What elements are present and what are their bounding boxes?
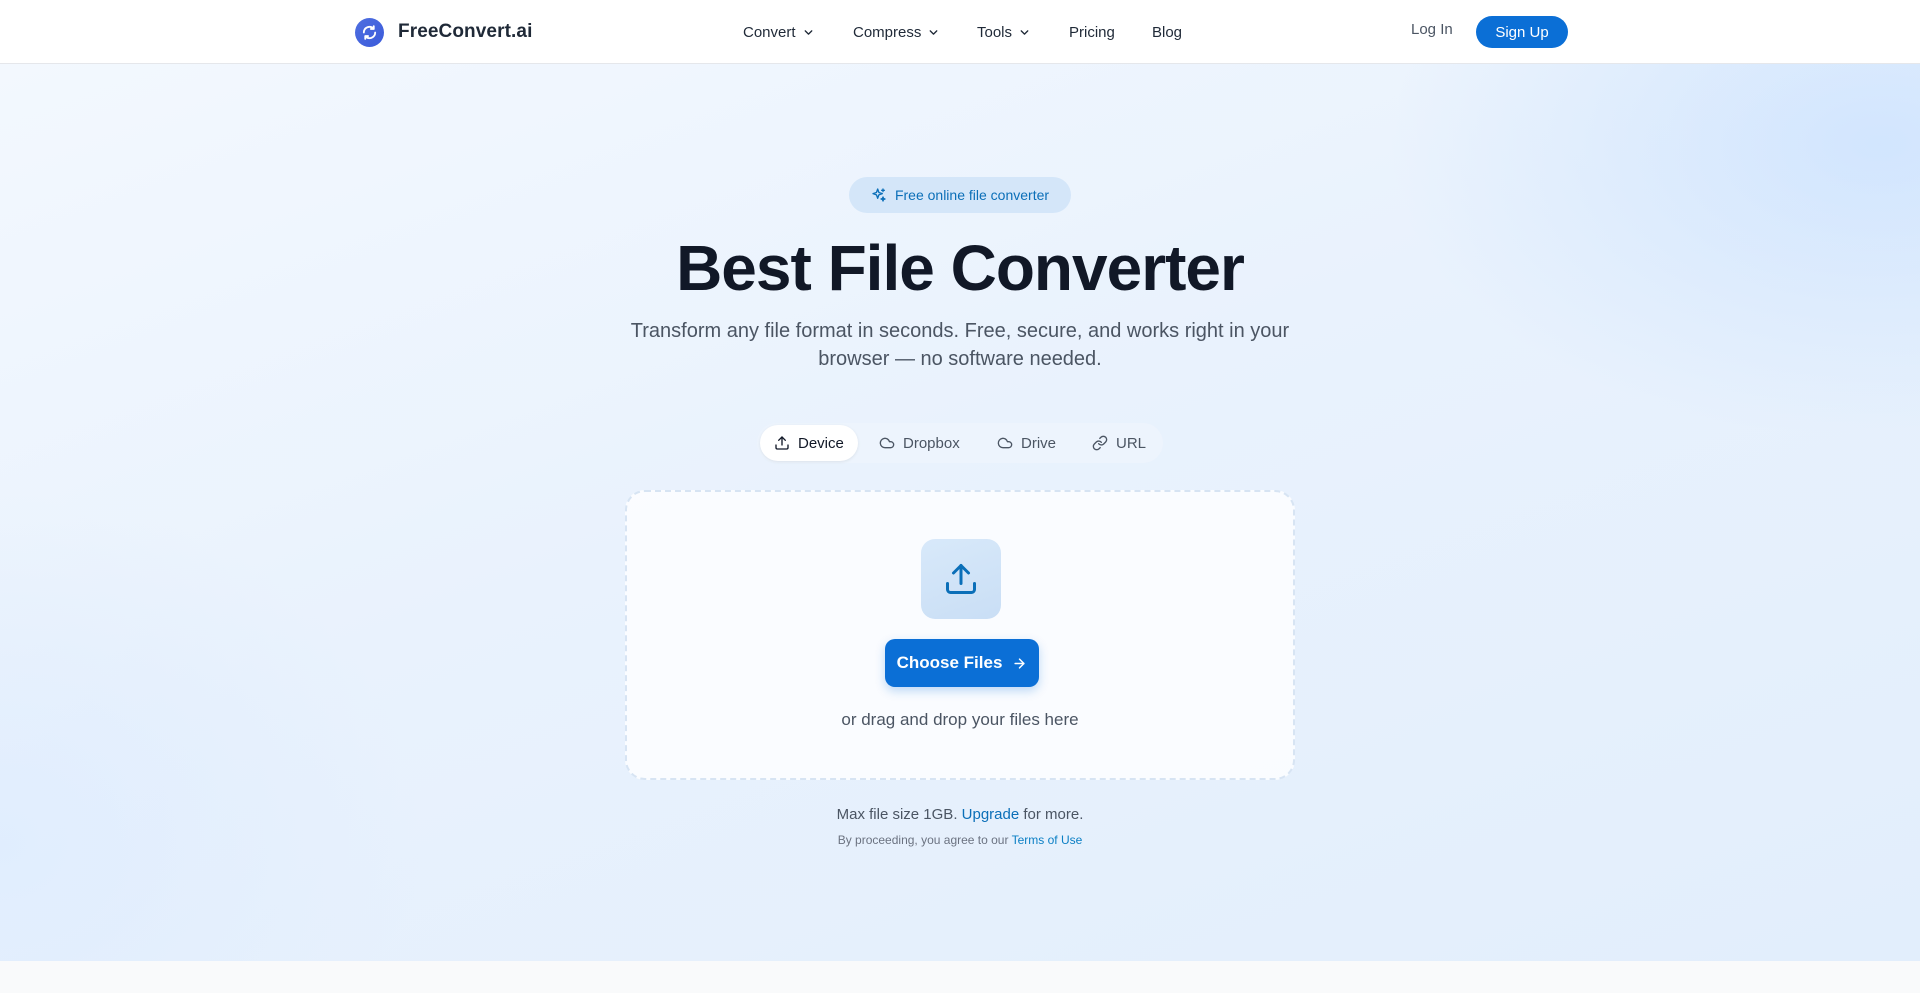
hero-badge-label: Free online file converter [894,187,1050,203]
chevron-down-icon [804,29,812,35]
signup-button[interactable]: Sign Up [1476,16,1568,48]
nav-convert[interactable]: Convert [743,20,815,44]
max-size-text: Max file size 1GB. [836,806,958,823]
tab-dropbox-label: Dropbox [903,434,960,452]
tab-device[interactable]: Device [760,425,858,461]
nav-tools[interactable]: Tools [977,20,1031,44]
file-dropzone[interactable]: Choose Files or drag and drop your files… [625,490,1295,780]
nav-compress[interactable]: Compress [853,20,940,44]
nav-blog-label: Blog [1152,23,1183,41]
nav-pricing-label: Pricing [1069,23,1115,41]
nav-convert-label: Convert [743,23,796,41]
top-navbar: FreeConvert.ai Convert Compress Tools Pr… [0,0,1920,64]
sparkles-icon [872,188,886,202]
page-title: Best File Converter [676,232,1245,304]
cloud-icon [879,437,895,449]
max-size-suffix: for more. [1023,806,1084,823]
tab-drive[interactable]: Drive [983,425,1070,461]
nav-compress-label: Compress [853,23,922,41]
main-nav: Convert Compress Tools Pricing Blog [0,20,1920,44]
choose-files-label: Choose Files [896,653,1003,672]
upgrade-link[interactable]: Upgrade [962,806,1020,823]
tab-drive-label: Drive [1021,434,1057,452]
terms-text: By proceeding, you agree to our [837,833,1009,847]
tab-dropbox[interactable]: Dropbox [865,425,974,461]
link-icon [1092,435,1108,451]
drag-drop-hint: or drag and drop your files here [841,710,1079,729]
hero-badge: Free online file converter [849,177,1071,213]
chevron-down-icon [1020,29,1029,35]
terms-note: By proceeding, you agree to our Terms of… [0,833,1920,847]
source-tabs: Device Dropbox Drive URL [757,423,1163,463]
upload-icon [775,436,789,450]
tab-device-label: Device [798,434,844,452]
upload-icon [946,564,976,594]
upload-tile [921,539,1001,619]
page-subtitle: Transform any file format in seconds. Fr… [630,320,1290,370]
cloud-icon [997,437,1013,449]
arrow-right-icon [1014,657,1026,669]
tab-url-label: URL [1116,434,1147,452]
tab-url[interactable]: URL [1078,425,1160,461]
choose-files-button[interactable]: Choose Files [885,639,1039,687]
terms-of-use-link[interactable]: Terms of Use [1012,833,1083,847]
nav-pricing[interactable]: Pricing [1069,20,1115,44]
nav-tools-label: Tools [977,23,1013,41]
max-file-size-note: Max file size 1GB. Upgrade for more. [0,806,1920,823]
nav-blog[interactable]: Blog [1152,20,1182,44]
login-link[interactable]: Log In [1411,21,1453,38]
chevron-down-icon [929,29,938,35]
